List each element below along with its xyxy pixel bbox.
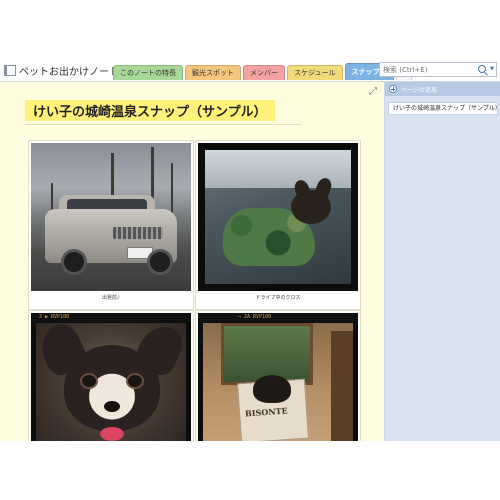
photo-card-3: 2 ▶ RVP100 bbox=[28, 310, 194, 441]
photo-caption: 出発前♪ bbox=[101, 295, 121, 301]
section-tabs: このノートの特長 観光スポット メンバー スケジュール スナップ集 + bbox=[113, 63, 414, 81]
dog-in-bag-photo[interactable]: → 2A RVP100 BISONTE bbox=[198, 313, 358, 441]
tab-schedule[interactable]: スケジュール bbox=[287, 65, 343, 80]
notebook-name: ペットお出かけノート bbox=[19, 66, 119, 78]
page-list-item[interactable]: けい子の城崎温泉スナップ（サンプル） bbox=[388, 102, 498, 115]
photo-card-4: → 2A RVP100 BISONTE bbox=[195, 310, 361, 441]
page-canvas[interactable]: ⤢ けい子の城崎温泉スナップ（サンプル） 出発前♪ ドライブ中のクロス 2 ▶ … bbox=[0, 82, 385, 441]
search-scope-caret-icon[interactable]: ▼ bbox=[490, 66, 494, 72]
title-divider bbox=[25, 124, 301, 125]
photo-card-2: ドライブ中のクロス bbox=[195, 140, 361, 310]
add-icon bbox=[389, 85, 397, 93]
expand-icon[interactable]: ⤢ bbox=[369, 86, 377, 97]
car-photo[interactable] bbox=[31, 143, 191, 291]
search-input[interactable] bbox=[383, 63, 479, 76]
notebook-switcher[interactable]: ペットお出かけノート ▼ bbox=[4, 62, 129, 78]
photo-card-1: 出発前♪ bbox=[28, 140, 194, 310]
search-box[interactable]: ▼ bbox=[379, 62, 497, 77]
tab-sightseeing[interactable]: 観光スポット bbox=[185, 65, 241, 80]
dog-in-car-photo[interactable] bbox=[198, 143, 358, 291]
notebook-bar: ペットお出かけノート ▼ このノートの特長 観光スポット メンバー スケジュール… bbox=[0, 59, 500, 82]
search-icon[interactable] bbox=[478, 65, 486, 73]
tab-features[interactable]: このノートの特長 bbox=[113, 65, 183, 80]
film-label: 2 ▶ RVP100 bbox=[39, 314, 70, 320]
page-title-container: けい子の城崎温泉スナップ（サンプル） bbox=[25, 100, 275, 121]
film-label: → 2A RVP100 bbox=[238, 314, 272, 320]
page-title[interactable]: けい子の城崎温泉スナップ（サンプル） bbox=[25, 100, 275, 121]
page-list-pane: ページの追加 けい子の城崎温泉スナップ（サンプル） bbox=[385, 82, 500, 441]
photo-caption: ドライブ中のクロス bbox=[255, 295, 301, 301]
onenote-window: ペットお出かけノート ▼ このノートの特長 観光スポット メンバー スケジュール… bbox=[0, 59, 500, 441]
tab-members[interactable]: メンバー bbox=[243, 65, 285, 80]
dog-closeup-photo[interactable]: 2 ▶ RVP100 bbox=[31, 313, 191, 441]
add-page-label: ページの追加 bbox=[401, 86, 437, 94]
notebook-icon bbox=[4, 64, 16, 76]
add-page-button[interactable]: ページの追加 bbox=[385, 82, 500, 96]
